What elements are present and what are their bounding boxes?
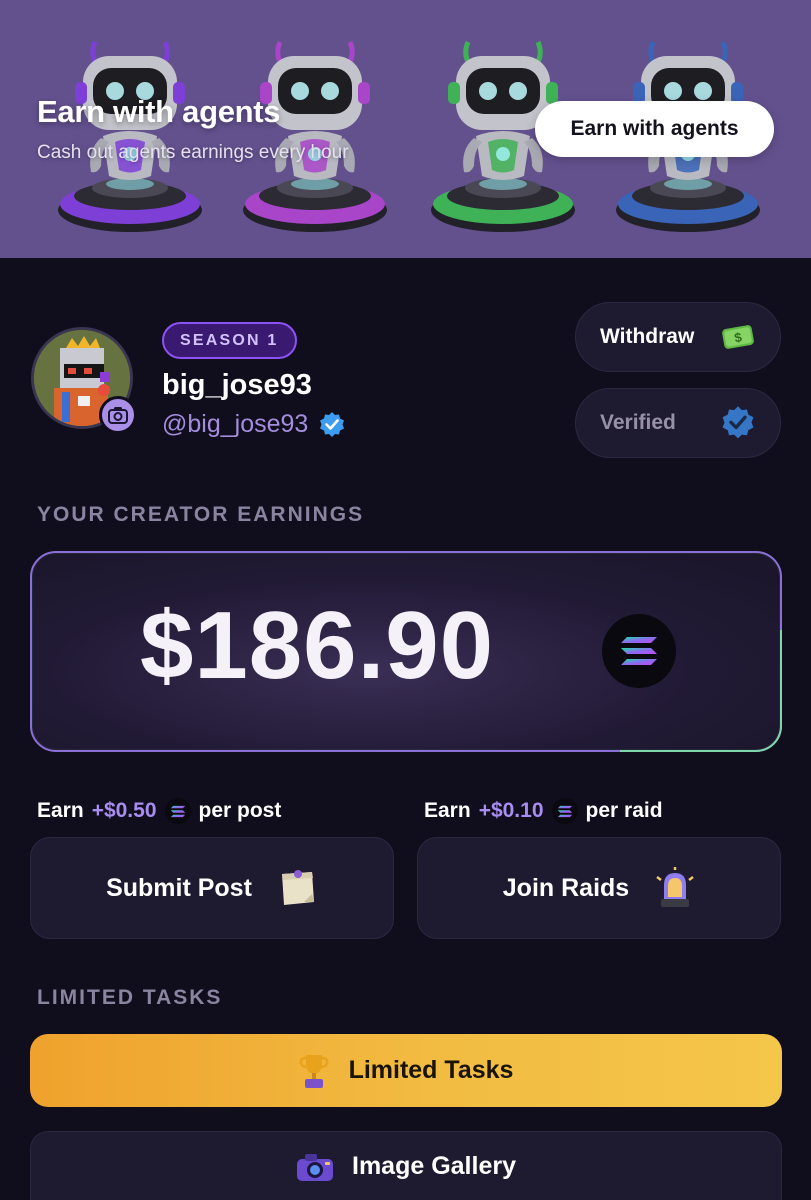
- verified-label: Verified: [600, 411, 676, 434]
- solana-icon: [602, 614, 676, 688]
- raid-earn-amount: +$0.10: [478, 799, 544, 822]
- siren-icon: [656, 867, 694, 907]
- verified-badge-icon: [722, 406, 754, 439]
- robot-illustration: [55, 38, 205, 233]
- submit-post-label: Submit Post: [106, 873, 252, 902]
- solana-icon: [551, 798, 578, 824]
- post-earn-suffix: per post: [198, 799, 282, 822]
- season-badge: SEASON 1: [162, 322, 297, 359]
- withdraw-button[interactable]: Withdraw $: [575, 302, 781, 372]
- image-gallery-label: Image Gallery: [352, 1152, 516, 1180]
- user-handle: @big_jose93: [162, 410, 346, 439]
- image-gallery-button[interactable]: Image Gallery: [30, 1131, 782, 1200]
- post-earn-info: Earn +$0.50 per post: [37, 798, 281, 824]
- raid-earn-suffix: per raid: [585, 799, 663, 822]
- submit-post-button[interactable]: Submit Post: [30, 837, 394, 939]
- post-earn-prefix: Earn: [37, 799, 84, 822]
- banner-title: Earn with agents: [37, 94, 281, 129]
- post-earn-amount: +$0.50: [91, 799, 157, 822]
- change-photo-button[interactable]: [99, 396, 137, 434]
- promo-banner: Earn with agents Cash out agents earning…: [0, 0, 811, 258]
- sticky-note-icon: [281, 870, 314, 905]
- verified-check-icon: [320, 411, 345, 437]
- earn-with-agents-button[interactable]: Earn with agents: [535, 101, 774, 157]
- limited-tasks-section-label: LIMITED TASKS: [37, 986, 223, 1009]
- join-raids-label: Join Raids: [502, 873, 630, 902]
- money-icon: $: [722, 325, 754, 349]
- earnings-amount: $186.90: [140, 592, 495, 699]
- verified-button[interactable]: Verified: [575, 388, 781, 458]
- join-raids-button[interactable]: Join Raids: [417, 837, 781, 939]
- raid-earn-info: Earn +$0.10 per raid: [424, 798, 663, 824]
- solana-icon: [164, 798, 191, 824]
- trophy-icon: [299, 1054, 328, 1088]
- limited-tasks-label: Limited Tasks: [348, 1056, 514, 1084]
- withdraw-label: Withdraw: [600, 325, 695, 348]
- camera-icon: [108, 407, 128, 424]
- earnings-section-label: YOUR CREATOR EARNINGS: [37, 503, 365, 526]
- handle-text: @big_jose93: [162, 410, 309, 438]
- earnings-card: $186.90: [30, 551, 782, 752]
- camera-icon: [297, 1154, 333, 1181]
- robot-illustration: [240, 38, 390, 233]
- raid-earn-prefix: Earn: [424, 799, 471, 822]
- limited-tasks-button[interactable]: Limited Tasks: [30, 1034, 782, 1107]
- username: big_jose93: [162, 369, 312, 401]
- banner-subtitle: Cash out agents earnings every hour: [37, 142, 349, 163]
